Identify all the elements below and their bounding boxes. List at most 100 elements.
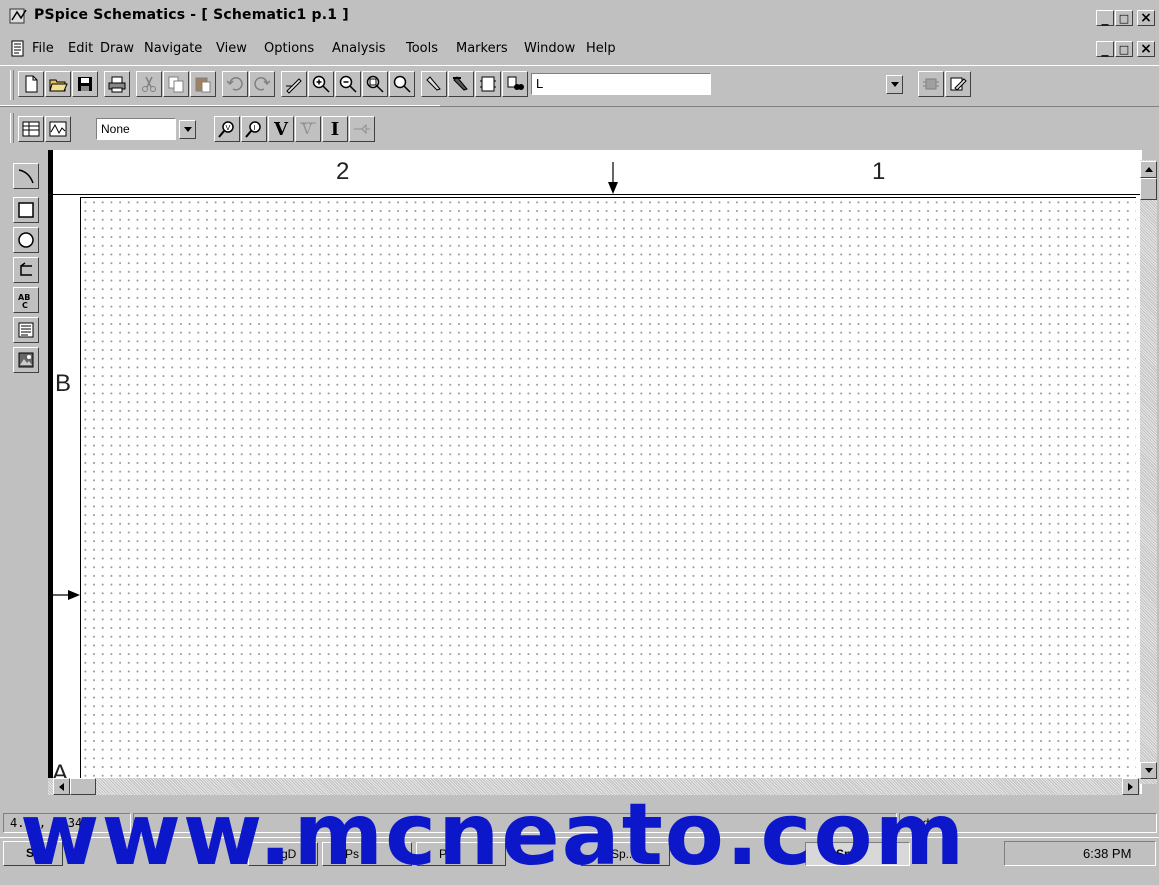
menu-view[interactable]: View [216, 41, 247, 56]
draw-polyline-button[interactable] [13, 257, 39, 283]
bias-current-icon: I [245, 121, 261, 138]
redo-button[interactable] [249, 71, 275, 97]
draw-box-button[interactable] [13, 197, 39, 223]
redo-arrow-icon [254, 77, 271, 91]
setup-analysis-button[interactable] [18, 116, 44, 142]
draw-circle-button[interactable] [13, 227, 39, 253]
vertical-scroll-thumb[interactable] [1140, 178, 1157, 200]
marker-combo-dropdown-button[interactable] [179, 120, 196, 139]
floppy-disk-icon [78, 77, 92, 91]
chevron-down-icon [890, 82, 899, 87]
part-name-combo[interactable]: L [531, 73, 711, 95]
svg-text:V: V [226, 124, 231, 132]
paste-button[interactable] [190, 71, 216, 97]
canvas-left-edge [48, 150, 53, 794]
setup-grid-icon [22, 121, 40, 137]
schematic-grid[interactable] [80, 197, 1136, 788]
part-name-value: L [536, 76, 544, 91]
copy-icon [168, 76, 184, 93]
menu-options[interactable]: Options [264, 41, 314, 56]
insert-picture-button[interactable] [13, 347, 39, 373]
maximize-button[interactable]: □ [1115, 10, 1133, 26]
edit-attributes-button[interactable] [945, 71, 971, 97]
new-file-button[interactable] [18, 71, 44, 97]
voltage-marker-button[interactable]: V [268, 116, 294, 142]
close-icon: × [1140, 41, 1152, 57]
zoom-fit-icon [393, 75, 411, 93]
close-button[interactable]: × [1137, 10, 1155, 26]
menu-draw[interactable]: Draw [100, 41, 134, 56]
menu-tools[interactable]: Tools [406, 41, 438, 56]
zoom-fit-button[interactable] [389, 71, 415, 97]
enable-current-display-button[interactable]: I [241, 116, 267, 142]
cut-button[interactable] [136, 71, 162, 97]
part-combo-dropdown-button[interactable] [886, 75, 903, 94]
current-marker-button[interactable]: I [322, 116, 348, 142]
edit-symbol-button[interactable] [918, 71, 944, 97]
zoom-area-button[interactable] [362, 71, 388, 97]
i-label: I [330, 118, 340, 140]
undo-arrow-icon [226, 77, 243, 91]
doc-minimize-button[interactable]: _ [1096, 41, 1114, 57]
doc-restore-button[interactable]: □ [1115, 41, 1133, 57]
pspice-app-icon[interactable] [9, 6, 29, 26]
draw-block-button[interactable] [475, 71, 501, 97]
text-box-button[interactable] [13, 317, 39, 343]
maximize-icon: □ [1118, 11, 1130, 25]
draw-bus-button[interactable] [448, 71, 474, 97]
circle-icon [18, 232, 34, 248]
restore-icon: □ [1118, 42, 1130, 56]
scroll-right-button[interactable] [1122, 778, 1139, 795]
current-pin-marker-button[interactable] [349, 116, 375, 142]
marker-combo[interactable]: None [96, 118, 176, 140]
zone-marker-arrow-down [608, 162, 618, 194]
get-part-button[interactable] [502, 71, 528, 97]
v-label: V [274, 118, 288, 140]
menu-file[interactable]: File [32, 41, 54, 56]
menu-analysis[interactable]: Analysis [332, 41, 386, 56]
enable-bias-display-button[interactable]: V [214, 116, 240, 142]
voltage-diff-marker-button[interactable]: V [295, 116, 321, 142]
minimize-icon: _ [1101, 41, 1109, 57]
system-tray: 6:38 PM [1004, 841, 1156, 866]
document-icon[interactable] [10, 40, 26, 57]
undo-button[interactable] [222, 71, 248, 97]
print-button[interactable] [104, 71, 130, 97]
new-file-icon [25, 75, 38, 93]
copy-button[interactable] [163, 71, 189, 97]
box-icon [18, 202, 34, 218]
menu-navigate[interactable]: Navigate [144, 41, 202, 56]
open-file-button[interactable] [45, 71, 71, 97]
close-icon: × [1140, 10, 1152, 26]
text-abc-icon: ABC [18, 293, 30, 309]
menu-window[interactable]: Window [524, 41, 575, 56]
row-label-b: B [55, 370, 72, 397]
zoom-in-button[interactable] [308, 71, 334, 97]
simulate-button[interactable] [45, 116, 71, 142]
bus-pencil-icon [453, 76, 468, 91]
zoom-in-icon [312, 75, 330, 93]
polyline-icon [20, 262, 32, 276]
clock: 6:38 PM [1083, 846, 1132, 861]
menu-markers[interactable]: Markers [456, 41, 508, 56]
vertical-scrollbar[interactable] [1140, 160, 1157, 784]
doc-close-button[interactable]: × [1137, 41, 1155, 57]
menu-edit[interactable]: Edit [68, 41, 93, 56]
arc-line-icon [18, 169, 34, 184]
minimize-icon: _ [1101, 10, 1109, 26]
current-pin-icon [354, 123, 370, 135]
redraw-button[interactable] [281, 71, 307, 97]
bias-voltage-icon: V [218, 121, 234, 138]
scroll-down-button[interactable] [1140, 762, 1157, 779]
printer-icon [108, 76, 126, 93]
menu-help[interactable]: Help [586, 41, 616, 56]
text-button[interactable]: AB C [13, 287, 39, 313]
minimize-button[interactable]: _ [1096, 10, 1114, 26]
scroll-up-button[interactable] [1140, 161, 1157, 178]
toolbar-grip[interactable] [10, 113, 14, 143]
draw-wire-button[interactable] [421, 71, 447, 97]
save-button[interactable] [72, 71, 98, 97]
zoom-out-button[interactable] [335, 71, 361, 97]
draw-arc-button[interactable] [13, 163, 39, 189]
toolbar-grip[interactable] [10, 70, 14, 100]
